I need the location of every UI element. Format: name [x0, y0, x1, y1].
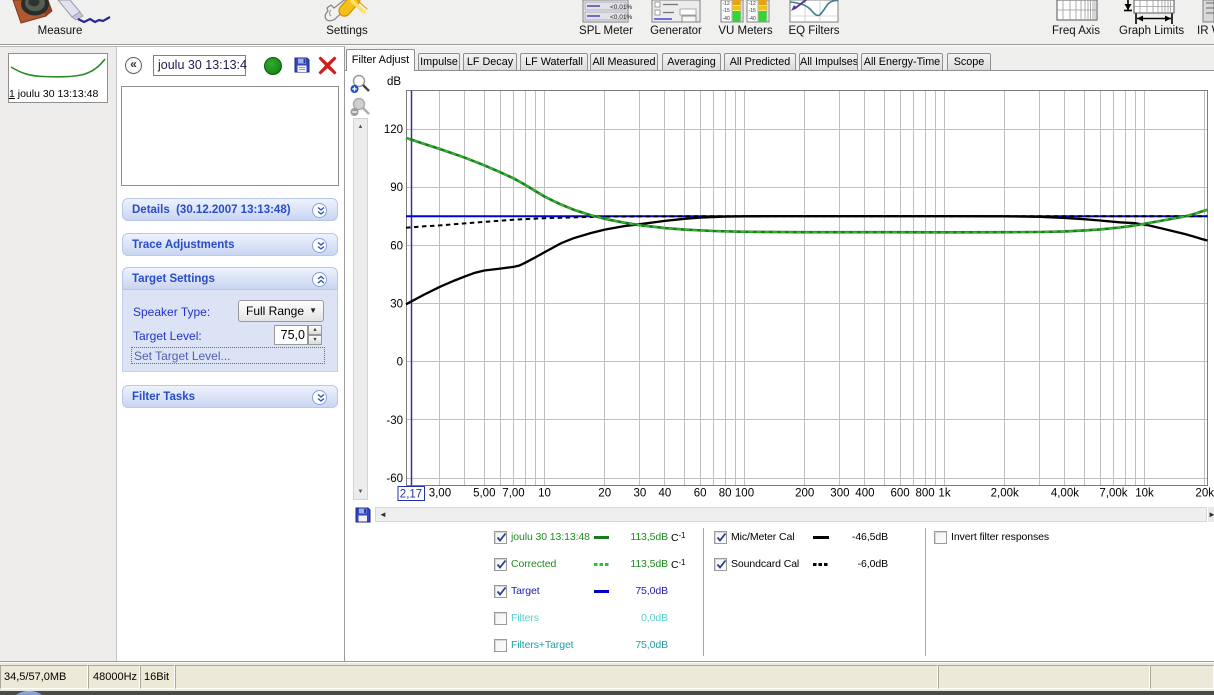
svg-text:200: 200: [795, 488, 814, 500]
svg-text:80: 80: [719, 488, 732, 500]
svg-text:20: 20: [598, 488, 611, 500]
svg-text:3,00: 3,00: [429, 488, 451, 500]
svg-text:-30: -30: [386, 415, 403, 427]
svg-text:120: 120: [384, 124, 403, 136]
svg-text:30: 30: [634, 488, 647, 500]
svg-text:40: 40: [659, 488, 672, 500]
svg-text:dB: dB: [387, 76, 401, 88]
svg-text:2,00k: 2,00k: [991, 488, 1019, 500]
svg-text:7,00: 7,00: [502, 488, 524, 500]
svg-text:300: 300: [830, 488, 849, 500]
svg-text:100: 100: [735, 488, 754, 500]
svg-text:60: 60: [390, 240, 403, 252]
svg-text:-60: -60: [386, 473, 403, 485]
svg-text:30: 30: [390, 299, 403, 311]
svg-text:20k: 20k: [1195, 488, 1214, 500]
svg-text:800: 800: [916, 488, 935, 500]
svg-text:2,17: 2,17: [400, 489, 422, 501]
svg-text:600: 600: [891, 488, 910, 500]
svg-text:4,00k: 4,00k: [1051, 488, 1079, 500]
svg-text:90: 90: [390, 182, 403, 194]
svg-text:10k: 10k: [1135, 488, 1154, 500]
svg-text:7,00k: 7,00k: [1099, 488, 1127, 500]
svg-text:400: 400: [855, 488, 874, 500]
svg-text:10: 10: [538, 488, 551, 500]
svg-text:0: 0: [397, 357, 403, 369]
svg-text:1k: 1k: [938, 488, 950, 500]
svg-text:5,00: 5,00: [473, 488, 495, 500]
svg-text:60: 60: [694, 488, 707, 500]
